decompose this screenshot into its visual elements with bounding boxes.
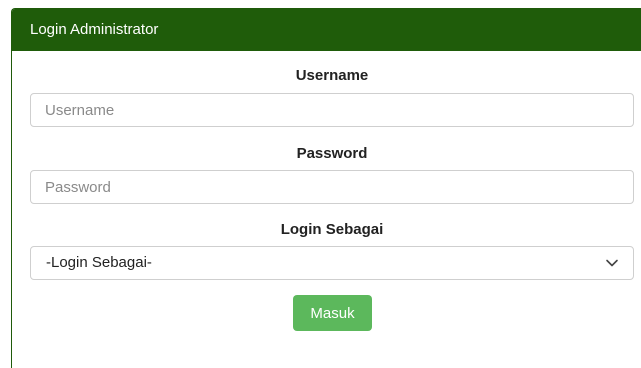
role-label: Login Sebagai xyxy=(280,221,384,238)
panel-title: Login Administrator xyxy=(30,21,159,38)
password-label: Password xyxy=(296,145,368,162)
password-input[interactable] xyxy=(30,170,634,204)
chevron-down-icon xyxy=(606,259,618,267)
role-select[interactable]: -Login Sebagai- xyxy=(30,246,634,280)
submit-button[interactable]: Masuk xyxy=(293,295,372,331)
username-input[interactable] xyxy=(30,93,634,127)
panel-header: Login Administrator xyxy=(12,9,641,51)
role-select-value: -Login Sebagai- xyxy=(46,254,152,271)
username-label: Username xyxy=(295,67,369,84)
login-panel: Login Administrator Username Password Lo… xyxy=(11,8,641,368)
